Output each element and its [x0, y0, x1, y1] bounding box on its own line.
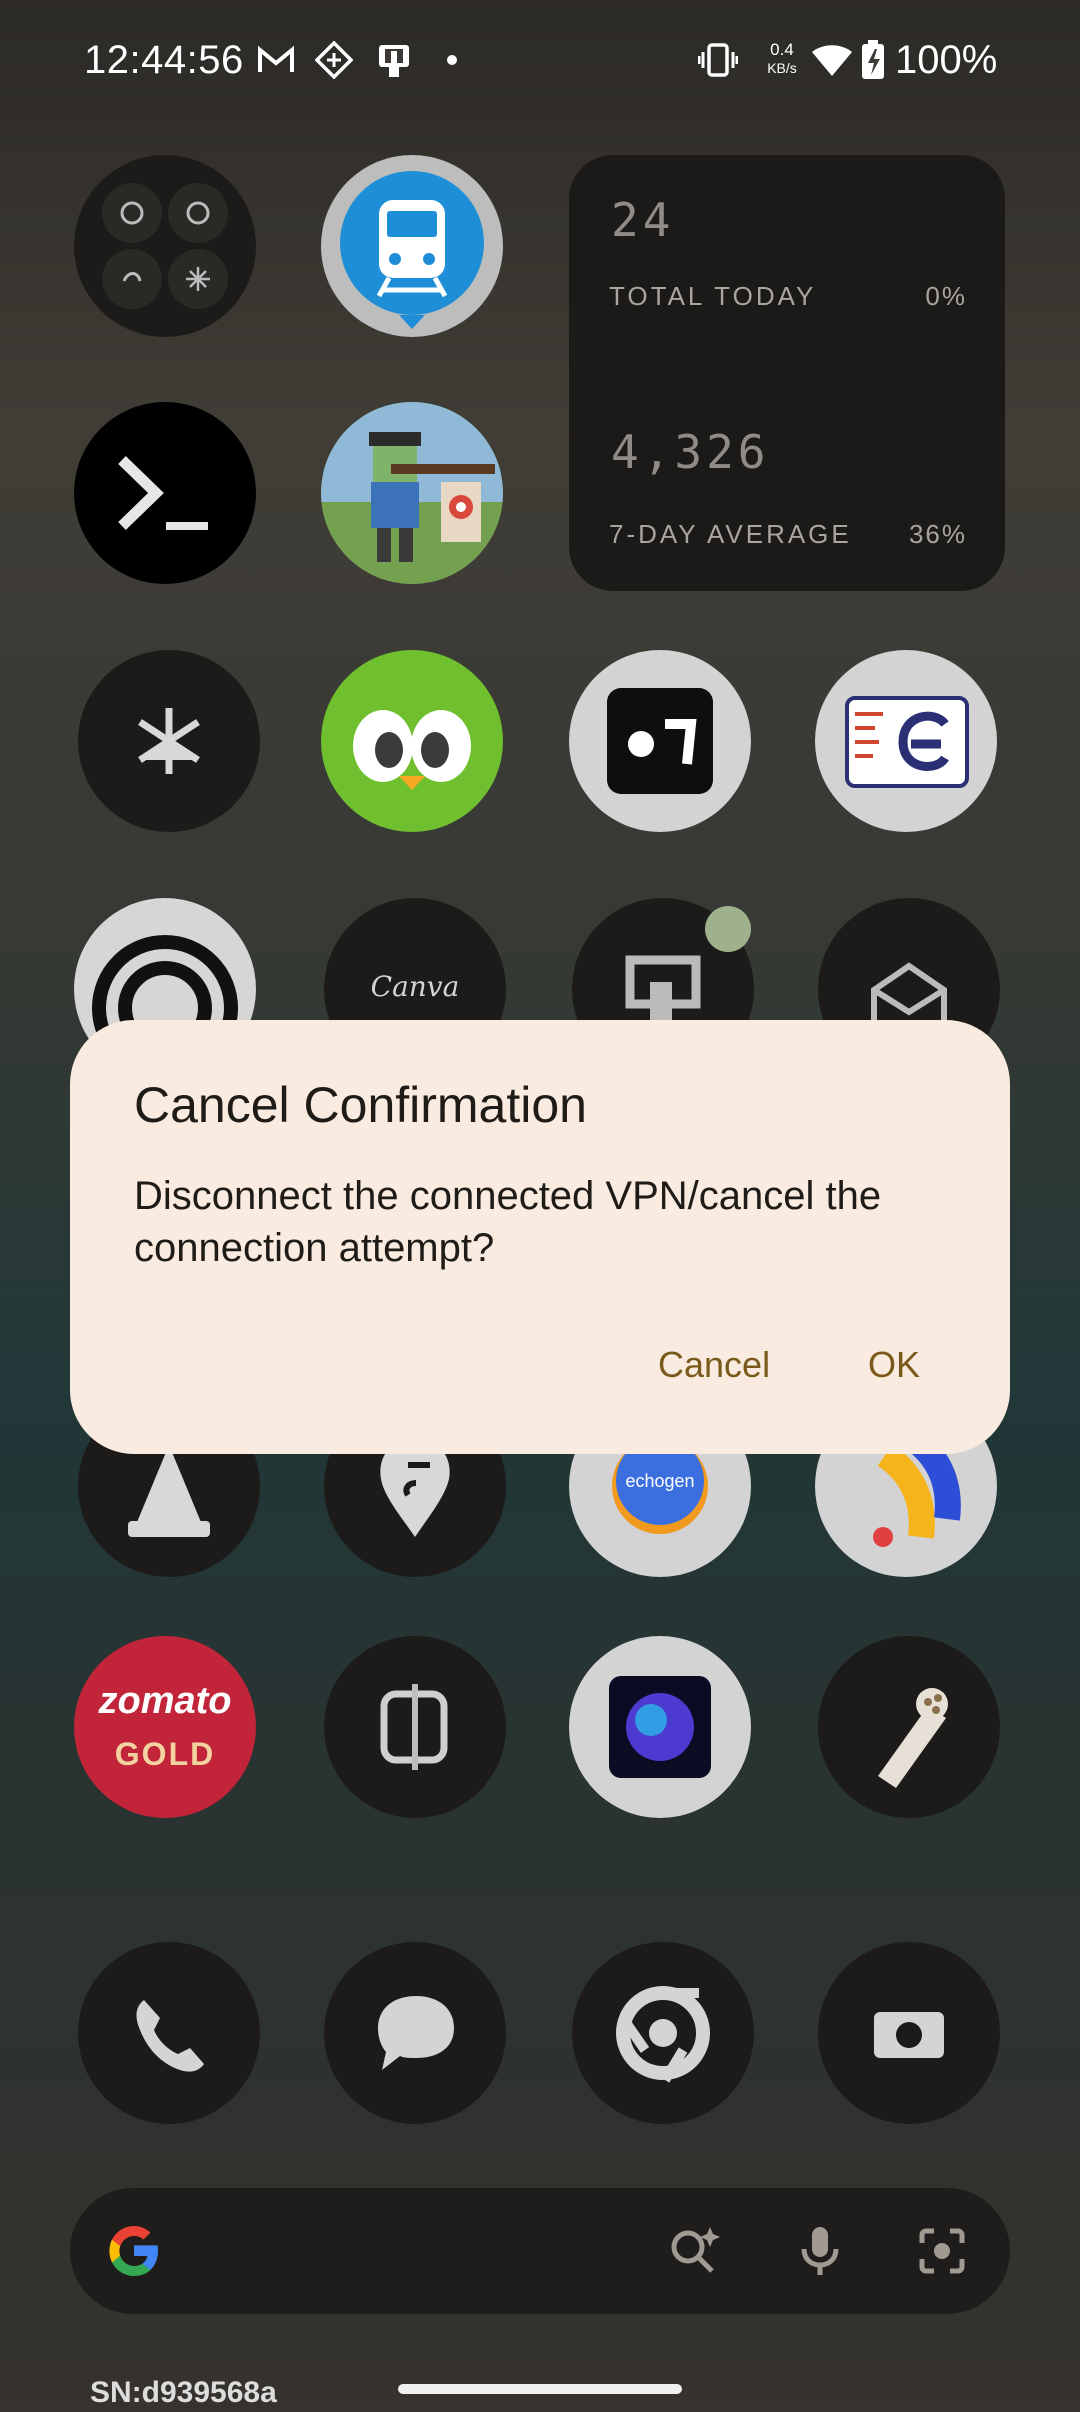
zomato-label: zomato: [98, 1680, 232, 1722]
cancel-confirmation-dialog: Cancel Confirmation Disconnect the conne…: [70, 1020, 1010, 1454]
app-zomato-gold[interactable]: zomato GOLD: [74, 1636, 256, 1818]
app-terminal[interactable]: [74, 402, 256, 584]
app-paw[interactable]: [818, 1636, 1000, 1818]
average-label: 7-DAY AVERAGE: [609, 519, 852, 549]
status-bar: 12:44:56 0.4 KB/s 100%: [0, 0, 1080, 125]
dialog-title: Cancel Confirmation: [134, 1077, 587, 1133]
app-game-shooter[interactable]: [321, 402, 503, 584]
network-speed-value: 0.4: [770, 40, 794, 59]
google-icon: [109, 2226, 158, 2276]
lens-icon[interactable]: [912, 2221, 972, 2281]
notification-dot: [705, 906, 751, 952]
mic-icon[interactable]: [790, 2221, 850, 2281]
vibrate-icon: [698, 40, 738, 80]
gmail-icon: [256, 40, 296, 80]
ai-search-icon[interactable]: [664, 2221, 724, 2281]
app-perplexity[interactable]: [78, 650, 260, 832]
battery-charging-icon: [858, 40, 888, 80]
app-electron-ide[interactable]: [815, 650, 997, 832]
wifi-icon: [810, 40, 854, 80]
app-camera[interactable]: [818, 1942, 1000, 2124]
network-speed-unit: KB/s: [767, 60, 797, 76]
home-gesture-bar[interactable]: [398, 2384, 682, 2394]
app-folder-ai[interactable]: [74, 155, 256, 337]
average-percent: 36%: [908, 519, 967, 549]
status-clock: 12:44:56: [84, 38, 244, 82]
app-on-off[interactable]: [569, 650, 751, 832]
serial-number: SN:d939568a: [90, 2376, 277, 2409]
cast-icon: [374, 40, 414, 80]
cancel-button[interactable]: Cancel: [638, 1330, 790, 1400]
today-percent: 0%: [925, 281, 967, 311]
app-chrome[interactable]: [572, 1942, 754, 2124]
today-label: TOTAL TODAY: [609, 281, 817, 311]
ok-button[interactable]: OK: [848, 1330, 940, 1400]
today-value: 24: [611, 193, 675, 247]
canva-label: Canva: [370, 970, 460, 1003]
zomato-gold-label: GOLD: [114, 1736, 216, 1772]
battery-percent: 100%: [895, 38, 998, 82]
app-train[interactable]: [321, 155, 503, 337]
network-speed: 0.4 KB/s: [760, 40, 804, 78]
screen-time-widget[interactable]: 24 TOTAL TODAY 0% 4,326 7-DAY AVERAGE 36…: [569, 155, 1005, 591]
app-phone[interactable]: [78, 1942, 260, 2124]
google-search-bar[interactable]: [70, 2188, 1010, 2314]
app-split-screen[interactable]: [324, 1636, 506, 1818]
dialog-message: Disconnect the connected VPN/cancel the …: [134, 1174, 882, 1270]
app-messages[interactable]: [324, 1942, 506, 2124]
vpn-diamond-icon: [314, 40, 354, 80]
echogen-label: echogen: [625, 1471, 695, 1491]
average-value: 4,326: [611, 425, 770, 479]
app-duolingo[interactable]: [321, 650, 503, 832]
app-nebula[interactable]: [569, 1636, 751, 1818]
dot-icon: [432, 40, 472, 80]
